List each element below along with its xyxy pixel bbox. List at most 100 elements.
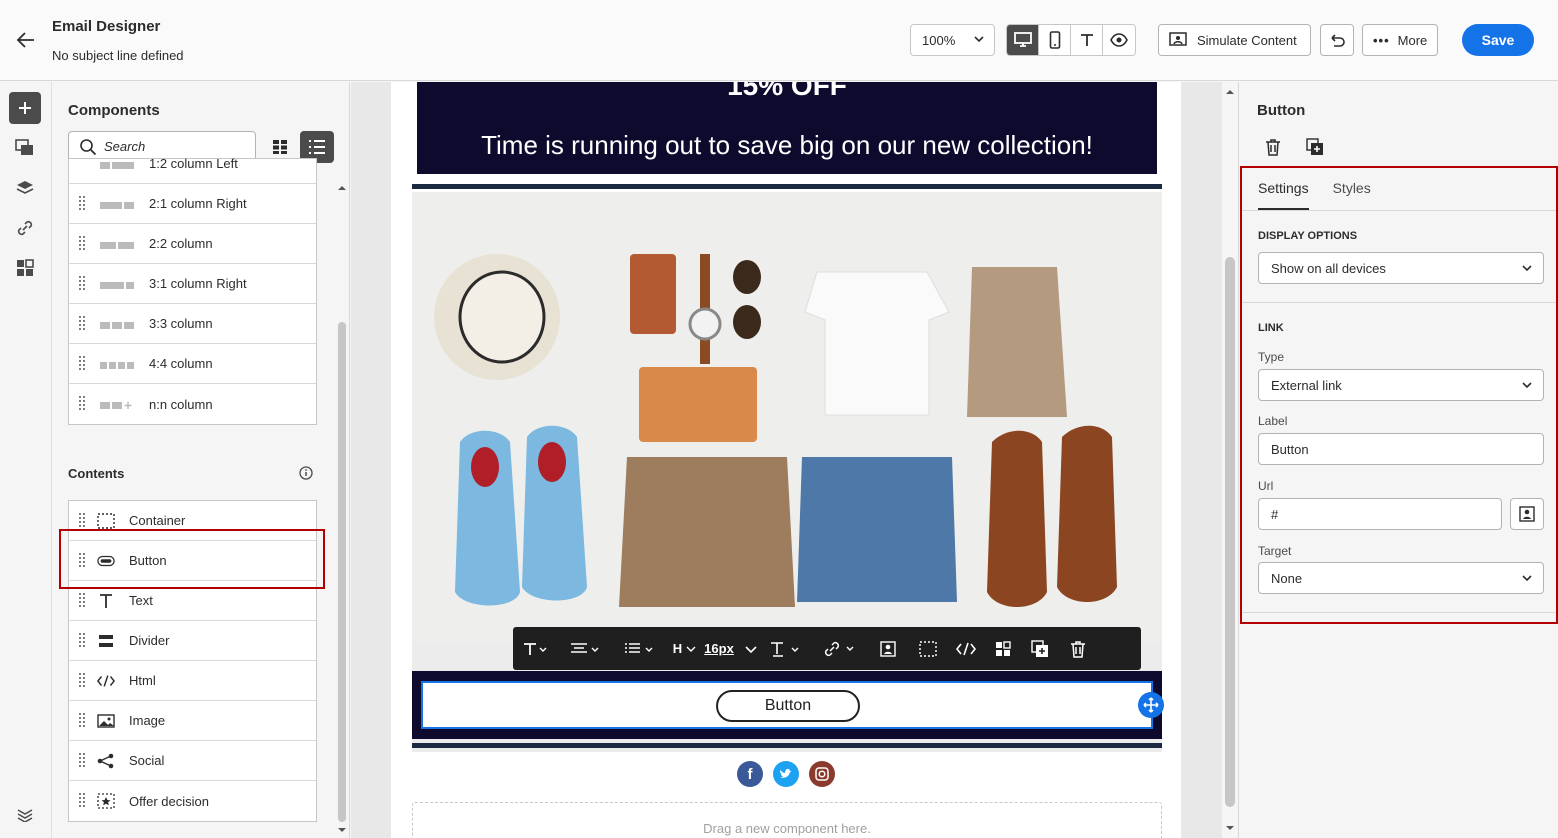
code-icon [97, 672, 115, 690]
list-item[interactable]: 2:2 column [69, 224, 316, 264]
duplicate-component-button[interactable] [1305, 137, 1325, 157]
button-block[interactable]: Button [412, 671, 1162, 739]
trash-icon [1071, 640, 1085, 658]
text-view-button[interactable] [1071, 25, 1103, 55]
desktop-view-button[interactable] [1007, 25, 1039, 55]
list-item[interactable]: 3:3 column [69, 304, 316, 344]
list-item[interactable]: n:n column [69, 384, 316, 424]
align-center-icon [571, 642, 599, 653]
mobile-view-button[interactable] [1039, 25, 1071, 55]
zoom-select[interactable]: 100% [910, 24, 995, 56]
link-button[interactable] [813, 627, 867, 670]
text-style-button[interactable] [759, 627, 813, 670]
banner-text: Time is running out to save big on our n… [481, 130, 1093, 160]
delete-component-button[interactable] [1263, 137, 1283, 157]
email-divider[interactable] [412, 184, 1162, 189]
target-select[interactable]: None [1258, 562, 1544, 594]
align-button[interactable] [559, 627, 613, 670]
chevron-down-icon [1521, 379, 1533, 394]
personalization-button[interactable] [867, 627, 909, 670]
drag-handle-icon [79, 236, 85, 250]
assets-button[interactable] [9, 132, 41, 164]
instagram-icon[interactable] [809, 761, 835, 787]
list-item[interactable]: 4:4 column [69, 344, 316, 384]
tab-styles[interactable]: Styles [1333, 180, 1371, 210]
text-format-button[interactable] [513, 627, 559, 670]
more-dots-icon: ••• [1373, 32, 1390, 48]
bottom-layers-button[interactable] [9, 797, 41, 829]
email-cta-button[interactable]: Button [716, 690, 860, 722]
properties-tabs: Settings Styles [1258, 180, 1371, 210]
tab-settings[interactable]: Settings [1258, 180, 1309, 210]
components-scroll-thumb[interactable] [338, 322, 346, 822]
links-button[interactable] [9, 212, 41, 244]
save-button[interactable]: Save [1462, 24, 1534, 56]
selected-button-container[interactable]: Button [421, 681, 1153, 729]
share-icon [97, 752, 115, 770]
select-parent-button[interactable] [909, 627, 947, 670]
chevron-down-icon [973, 33, 985, 48]
list-item[interactable]: 3:1 column Right [69, 264, 316, 304]
personalization-icon [880, 640, 896, 657]
back-arrow-icon[interactable] [14, 28, 38, 52]
personalize-url-button[interactable] [1510, 498, 1544, 530]
duplicate-icon [1306, 138, 1323, 155]
canvas-scrollbar[interactable] [1222, 82, 1238, 838]
fragments-icon [17, 259, 34, 276]
column-icon [100, 199, 134, 214]
label-field[interactable]: Button [1258, 433, 1544, 465]
font-size-select[interactable]: 16px [703, 627, 759, 670]
social-icons: f [737, 761, 835, 787]
drag-handle-icon [79, 396, 85, 410]
list-item[interactable]: Divider [69, 621, 316, 661]
duplicate-icon [1031, 639, 1048, 657]
email-divider[interactable] [412, 743, 1162, 748]
label-label: Label [1258, 414, 1288, 428]
display-select[interactable]: Show on all devices [1258, 252, 1544, 284]
list-item[interactable]: Image [69, 701, 316, 741]
duplicate-button[interactable] [1021, 627, 1059, 670]
fragments-button[interactable] [9, 252, 41, 284]
trash-icon [1266, 139, 1280, 156]
move-handle[interactable] [1138, 692, 1164, 718]
list-item[interactable]: 2:1 column Right [69, 184, 316, 224]
source-code-button[interactable] [947, 627, 985, 670]
simulate-content-button[interactable]: Simulate Content [1158, 24, 1311, 56]
personalization-icon [1519, 506, 1535, 522]
display-value: Show on all devices [1271, 261, 1386, 276]
promo-banner[interactable]: 15% OFF Time is running out to save big … [417, 82, 1157, 174]
url-field[interactable]: # [1258, 498, 1502, 530]
column-icon [100, 279, 134, 294]
info-icon[interactable] [299, 466, 313, 483]
text-icon [97, 592, 115, 610]
heading-icon: H [672, 641, 683, 656]
twitter-icon[interactable] [773, 761, 799, 787]
section-divider [1242, 302, 1556, 303]
save-fragment-button[interactable] [985, 627, 1021, 670]
list-format-button[interactable] [613, 627, 667, 670]
drop-zone[interactable]: Drag a new component here. [412, 802, 1162, 838]
column-icon [100, 239, 134, 254]
canvas-scroll-thumb[interactable] [1225, 257, 1235, 807]
banner-heading: 15% OFF [727, 82, 847, 101]
facebook-icon[interactable]: f [737, 761, 763, 787]
drag-handle-icon [79, 513, 85, 527]
delete-button[interactable] [1059, 627, 1097, 670]
drag-handle-icon [79, 593, 85, 607]
drag-handle-icon [79, 633, 85, 647]
drag-handle-icon [79, 356, 85, 370]
layers-button[interactable] [9, 172, 41, 204]
list-item[interactable]: 1:2 column Left [69, 144, 316, 184]
list-item[interactable]: Social [69, 741, 316, 781]
list-item[interactable]: Offer decision [69, 781, 316, 821]
drag-handle-icon [79, 793, 85, 807]
more-button[interactable]: ••• More [1362, 24, 1438, 56]
heading-button[interactable]: H [667, 627, 703, 670]
undo-button[interactable] [1320, 24, 1354, 56]
preview-button[interactable] [1103, 25, 1135, 55]
chevron-down-icon [1521, 262, 1533, 277]
zoom-value: 100% [922, 33, 956, 48]
list-item[interactable]: Html [69, 661, 316, 701]
add-components-button[interactable] [9, 92, 41, 124]
link-type-select[interactable]: External link [1258, 369, 1544, 401]
